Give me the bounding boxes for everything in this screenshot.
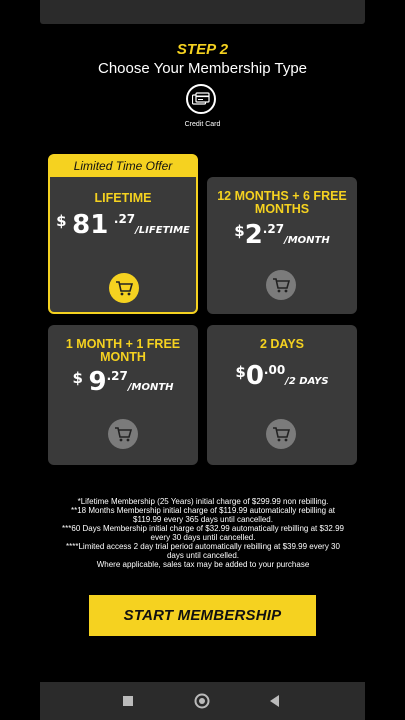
- plan-card-2-days[interactable]: 2 DAYS $0.00/2 DAYS: [207, 325, 357, 465]
- price-amount: 81: [72, 210, 109, 240]
- plan-card-1-month[interactable]: 1 MONTH + 1 FREE MONTH $ 9.27/MONTH: [48, 325, 198, 465]
- plan-card-12-months[interactable]: 12 MONTHS + 6 FREE MONTHS $2.27/MONTH: [207, 177, 357, 314]
- start-membership-button[interactable]: START MEMBERSHIP: [89, 595, 316, 636]
- disclaimer-line: ***60 Days Membership initial charge of …: [62, 524, 344, 542]
- plan-price: $0.00/2 DAYS: [207, 361, 357, 391]
- step-label: STEP 2: [176, 41, 229, 58]
- triangle-back-icon: [270, 695, 279, 707]
- disclaimer-line: ****Limited access 2 day trial period au…: [66, 542, 340, 560]
- disclaimer-line: **18 Months Membership initial charge of…: [71, 506, 335, 524]
- plan-name: 1 MONTH + 1 FREE MONTH: [65, 337, 181, 364]
- plan-card-lifetime[interactable]: Limited Time Offer LIFETIME $ 81 .27/LIF…: [48, 154, 198, 314]
- cart-icon: [115, 427, 132, 442]
- cart-button[interactable]: [266, 419, 296, 449]
- price-amount: 2: [244, 220, 263, 250]
- plan-name: 2 DAYS: [259, 337, 304, 351]
- cart-button[interactable]: [108, 419, 138, 449]
- disclaimer-line: Where applicable, sales tax may be added…: [96, 560, 310, 569]
- disclaimer-line: *Lifetime Membership (25 Years) initial …: [77, 497, 329, 506]
- credit-card-icon: [192, 92, 210, 105]
- payment-method-label: Credit Card: [184, 121, 221, 128]
- price-amount: 0: [245, 361, 264, 391]
- price-period: /2 DAYS: [285, 376, 329, 387]
- price-currency: $: [56, 212, 67, 230]
- price-period: /LIFETIME: [135, 225, 190, 236]
- plan-price: $ 81 .27/LIFETIME: [50, 210, 196, 240]
- price-currency: $: [234, 222, 245, 240]
- price-currency: $: [72, 369, 83, 387]
- back-button[interactable]: [255, 682, 295, 720]
- cart-button[interactable]: [109, 273, 139, 303]
- price-cents: .27: [113, 212, 136, 226]
- payment-method-button[interactable]: [186, 84, 216, 114]
- home-button[interactable]: [182, 682, 222, 720]
- recents-button[interactable]: [108, 682, 148, 720]
- cart-icon: [273, 427, 290, 442]
- price-period: /MONTH: [284, 235, 330, 246]
- price-cents: .00: [263, 363, 286, 377]
- circle-icon: [194, 693, 210, 709]
- top-strip: [40, 0, 365, 24]
- price-currency: $: [235, 363, 246, 381]
- price-cents: .27: [106, 369, 128, 383]
- price-period: /MONTH: [127, 382, 174, 393]
- plan-name: LIFETIME: [94, 191, 152, 205]
- cart-button[interactable]: [266, 270, 296, 300]
- cart-icon: [273, 278, 290, 293]
- system-nav-bar: [40, 682, 365, 720]
- price-amount: 9: [88, 367, 107, 397]
- disclaimer: *Lifetime Membership (25 Years) initial …: [58, 497, 348, 569]
- plan-price: $2.27/MONTH: [207, 220, 357, 250]
- page-title: Choose Your Membership Type: [97, 60, 308, 77]
- cart-icon: [116, 281, 133, 296]
- square-icon: [123, 696, 133, 706]
- plan-price: $ 9.27/MONTH: [48, 367, 198, 397]
- price-cents: .27: [262, 222, 285, 236]
- plan-name: 12 MONTHS + 6 FREE MONTHS: [217, 189, 347, 216]
- limited-offer-badge: Limited Time Offer: [50, 156, 196, 177]
